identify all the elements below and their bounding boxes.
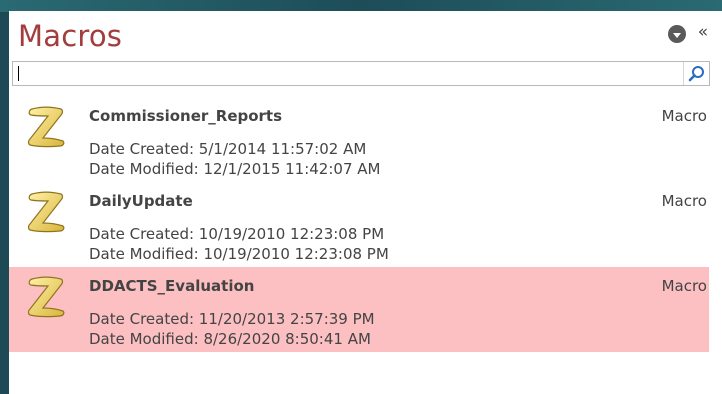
date-modified: Date Modified: 8/26/2020 8:50:41 AM (89, 330, 371, 348)
macro-name: Commissioner_Reports (89, 107, 283, 125)
search-input[interactable] (17, 64, 677, 83)
macro-scroll-icon (27, 106, 65, 148)
date-modified: Date Modified: 10/19/2010 12:23:08 PM (89, 245, 389, 263)
list-item-selected[interactable]: DDACTS_Evaluation Macro Date Created: 11… (9, 267, 709, 352)
panel-title: Macros (18, 19, 123, 53)
object-type: Macro (661, 107, 707, 125)
date-created: Date Created: 11/20/2013 2:57:39 PM (89, 310, 375, 328)
macros-navigation-panel: Macros « Commissioner_Reports Macro Date… (9, 11, 722, 394)
list-item[interactable]: Commissioner_Reports Macro Date Created:… (9, 97, 709, 182)
search-button[interactable] (683, 62, 709, 85)
macro-name: DDACTS_Evaluation (89, 277, 255, 295)
collapse-panel-button[interactable]: « (693, 21, 713, 43)
panel-header: Macros « (9, 11, 722, 63)
search-box (12, 61, 710, 86)
macro-scroll-icon (27, 276, 65, 318)
macro-name: DailyUpdate (89, 192, 193, 210)
object-type: Macro (661, 192, 707, 210)
date-created: Date Created: 5/1/2014 11:57:02 AM (89, 140, 367, 158)
text-caret (18, 66, 19, 81)
chevron-down-circle-icon (673, 32, 681, 38)
date-created: Date Created: 10/19/2010 12:23:08 PM (89, 225, 385, 243)
search-icon (688, 66, 704, 82)
object-type: Macro (661, 277, 707, 295)
date-modified: Date Modified: 12/1/2015 11:42:07 AM (89, 160, 381, 178)
panel-menu-button[interactable] (668, 25, 686, 43)
list-item[interactable]: DailyUpdate Macro Date Created: 10/19/20… (9, 182, 709, 267)
macro-scroll-icon (27, 191, 65, 233)
